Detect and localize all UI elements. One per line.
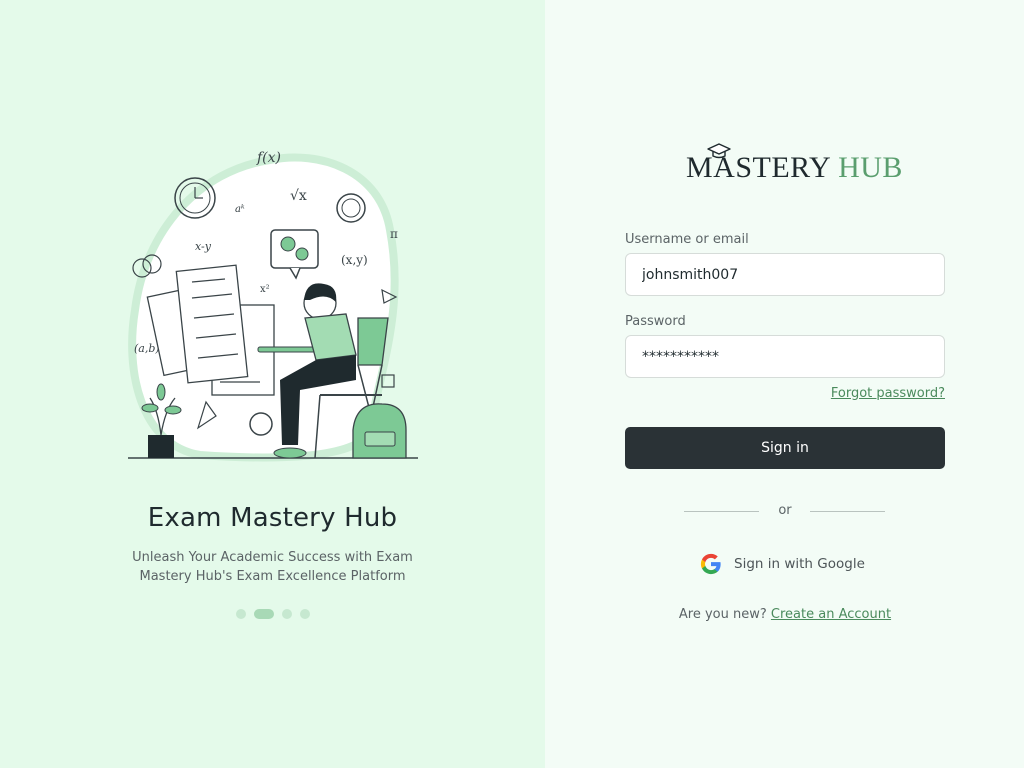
- hero-title: Exam Mastery Hub: [147, 503, 398, 533]
- google-sign-in-label: Sign in with Google: [734, 556, 865, 572]
- sign-in-button[interactable]: Sign in: [625, 427, 945, 469]
- brand-logo: MASTERY HUB: [686, 143, 902, 186]
- google-icon: [700, 553, 721, 575]
- hero-subtitle: Unleash Your Academic Success with Exam …: [132, 550, 413, 584]
- right-panel: [545, 0, 1024, 768]
- svg-text:f(x): f(x): [256, 150, 281, 166]
- divider-or: or: [778, 503, 792, 518]
- password-label: Password: [625, 314, 686, 329]
- carousel-dot-2[interactable]: [253, 609, 274, 619]
- new-user-prompt: Are you new?: [678, 607, 767, 622]
- svg-text:aᵏ: aᵏ: [235, 204, 245, 215]
- create-account-row: Are you new? Create an Account: [625, 607, 945, 622]
- username-label: Username or email: [625, 232, 749, 247]
- svg-text:√x: √x: [290, 188, 307, 204]
- carousel-dots: [0, 609, 545, 619]
- student-illustration: f(x) √x aᵏ x-y (x,y) π x² (a,b): [128, 150, 418, 462]
- create-account-link[interactable]: Create an Account: [771, 607, 891, 622]
- brand-word-hub: HUB: [838, 151, 903, 184]
- svg-text:x²: x²: [260, 284, 270, 295]
- carousel-dot-3[interactable]: [281, 609, 292, 619]
- divider-line-right: [810, 511, 885, 512]
- divider-line-left: [684, 511, 759, 512]
- username-input[interactable]: [625, 253, 945, 296]
- password-input[interactable]: [625, 335, 945, 378]
- carousel-dot-1[interactable]: [235, 609, 246, 619]
- graduation-cap-icon: [707, 143, 731, 159]
- google-sign-in-button[interactable]: Sign in with Google: [700, 549, 870, 579]
- svg-text:(x,y): (x,y): [341, 253, 368, 267]
- svg-text:x-y: x-y: [195, 240, 212, 253]
- forgot-password-link[interactable]: Forgot password?: [800, 386, 945, 401]
- carousel-dot-4[interactable]: [299, 609, 310, 619]
- svg-text:(a,b): (a,b): [134, 342, 160, 355]
- svg-text:π: π: [390, 227, 398, 241]
